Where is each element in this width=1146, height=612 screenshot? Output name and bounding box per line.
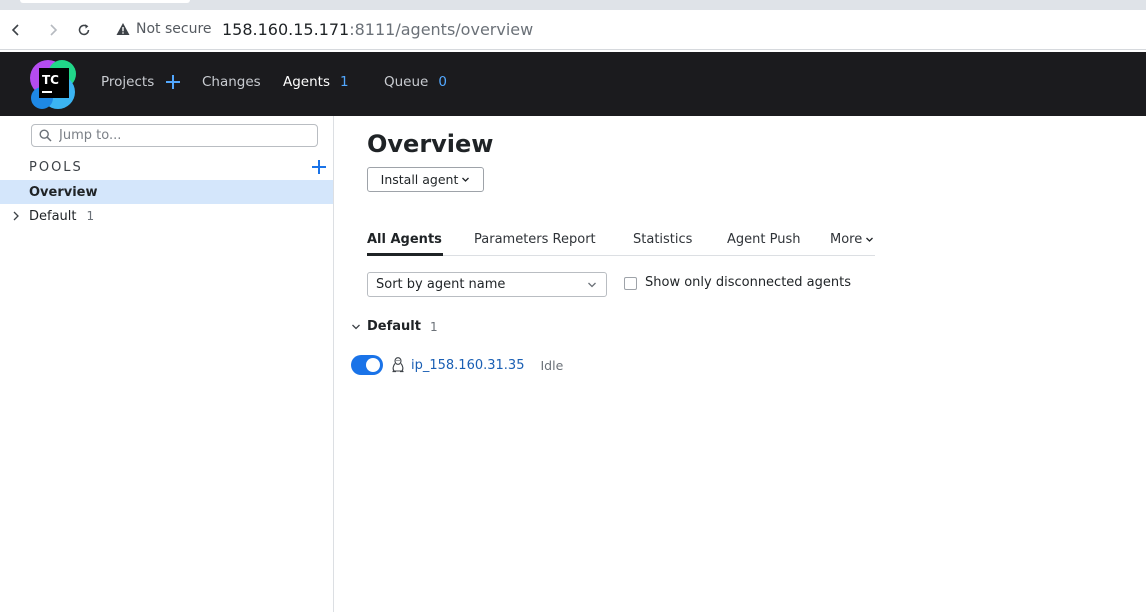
pools-heading: POOLS xyxy=(29,160,83,175)
sidebar: POOLS Overview Default 1 xyxy=(0,116,334,612)
add-pool-icon[interactable] xyxy=(312,160,326,174)
chevron-down-icon xyxy=(588,282,596,288)
nav-queue-label: Queue xyxy=(384,74,429,90)
site-security-indicator[interactable]: Not secure xyxy=(116,21,212,37)
agent-enabled-toggle[interactable] xyxy=(351,355,383,375)
tab-label: All Agents xyxy=(367,232,442,247)
back-arrow-icon xyxy=(11,24,19,36)
reload-icon xyxy=(78,24,90,36)
security-label: Not secure xyxy=(136,21,212,37)
agent-row: ip_158.160.31.35 Idle xyxy=(351,354,563,376)
sort-select-value: Sort by agent name xyxy=(376,277,506,292)
tab-all-agents[interactable]: All Agents xyxy=(367,232,442,247)
add-project-icon[interactable] xyxy=(166,75,181,89)
reload-button[interactable] xyxy=(74,20,94,40)
tab-label: More xyxy=(830,232,863,247)
forward-button[interactable] xyxy=(43,20,63,40)
warning-icon xyxy=(116,23,130,35)
forward-arrow-icon xyxy=(50,24,58,36)
app-header: TC Projects Changes Agents 1 Queue 0 xyxy=(0,52,1146,116)
nav-projects[interactable]: Projects xyxy=(101,74,181,90)
tab-label: Agent Push xyxy=(727,232,801,247)
install-agent-label: Install agent xyxy=(380,172,459,187)
nav-agents[interactable]: Agents 1 xyxy=(283,74,349,90)
agents-tabs: All Agents Parameters Report Statistics … xyxy=(367,224,875,256)
sort-select[interactable]: Sort by agent name xyxy=(367,272,607,297)
nav-changes[interactable]: Changes xyxy=(202,74,261,90)
tab-more[interactable]: More xyxy=(830,232,874,247)
tab-parameters-report[interactable]: Parameters Report xyxy=(474,232,596,247)
search-icon xyxy=(39,129,52,142)
pool-group-count: 1 xyxy=(429,319,438,334)
chevron-down-icon[interactable] xyxy=(351,322,361,332)
nav-changes-label: Changes xyxy=(202,74,261,90)
install-agent-button[interactable]: Install agent xyxy=(367,167,484,192)
logo-text: TC xyxy=(42,73,59,87)
pool-group-name: Default xyxy=(367,319,421,334)
chevron-down-icon xyxy=(462,177,470,182)
nav-queue-count: 0 xyxy=(438,74,447,90)
browser-address-bar: Not secure 158.160.15.171:8111/agents/ov… xyxy=(0,10,1146,50)
nav-queue[interactable]: Queue 0 xyxy=(384,74,447,90)
main-content: Overview Install agent All Agents Parame… xyxy=(335,116,1146,612)
nav-agents-count: 1 xyxy=(340,74,349,90)
chevron-right-icon[interactable] xyxy=(11,211,21,221)
sidebar-item-count: 1 xyxy=(86,209,95,223)
url-path: :8111/agents/overview xyxy=(349,20,534,39)
url-field[interactable]: 158.160.15.171:8111/agents/overview xyxy=(222,20,533,39)
disconnected-checkbox-label[interactable]: Show only disconnected agents xyxy=(645,275,851,290)
tab-agent-push[interactable]: Agent Push xyxy=(727,232,800,247)
linux-icon xyxy=(392,357,404,373)
back-button[interactable] xyxy=(6,20,26,40)
browser-tab-strip xyxy=(0,0,1146,10)
nav-agents-label: Agents xyxy=(283,74,330,90)
pool-group-header[interactable]: Default 1 xyxy=(351,319,438,334)
tab-label: Statistics xyxy=(633,232,693,247)
browser-tab[interactable] xyxy=(20,0,190,3)
jump-to-search[interactable] xyxy=(31,124,318,147)
sidebar-item-label: Default xyxy=(29,208,77,224)
sidebar-item-default[interactable]: Default 1 xyxy=(0,204,333,228)
page-title: Overview xyxy=(367,130,494,158)
agent-name-link[interactable]: ip_158.160.31.35 xyxy=(411,358,524,373)
sidebar-item-overview[interactable]: Overview xyxy=(0,180,333,204)
disconnected-checkbox[interactable] xyxy=(624,277,637,290)
tab-statistics[interactable]: Statistics xyxy=(633,232,692,247)
jump-to-input[interactable] xyxy=(59,126,309,145)
chevron-down-icon xyxy=(866,237,874,242)
agent-status: Idle xyxy=(540,357,564,373)
active-tab-indicator xyxy=(367,253,443,256)
teamcity-logo-icon[interactable]: TC xyxy=(28,58,80,110)
sidebar-item-label: Overview xyxy=(29,184,98,200)
tab-label: Parameters Report xyxy=(474,232,596,247)
nav-projects-label: Projects xyxy=(101,74,155,90)
url-host: 158.160.15.171 xyxy=(222,20,350,39)
